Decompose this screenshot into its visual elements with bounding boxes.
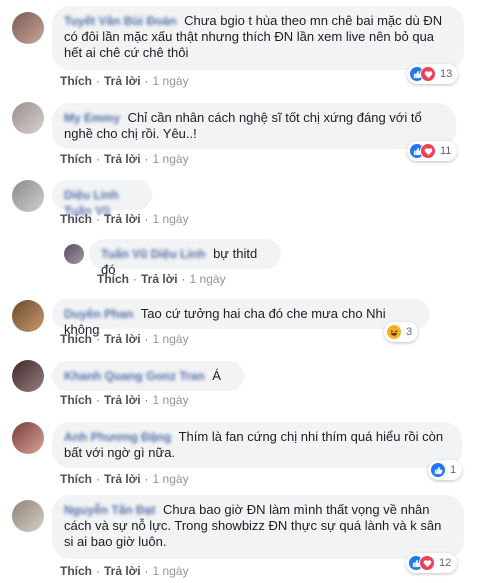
- reply-button[interactable]: Trả lời: [104, 74, 141, 88]
- reaction-summary[interactable]: 11: [407, 141, 458, 161]
- avatar[interactable]: [12, 360, 44, 392]
- like-button[interactable]: Thích: [60, 212, 92, 226]
- reaction-count: 13: [440, 68, 453, 80]
- love-icon: [419, 555, 435, 571]
- comment-author[interactable]: Tuyết Vân Bùi Đoàn: [64, 14, 176, 28]
- comment-actions: Thích · Trả lời · 1 ngày: [60, 74, 189, 88]
- haha-icon: [386, 324, 402, 340]
- comment-actions: Thích · Trả lời · 1 ngày: [60, 564, 189, 578]
- reply-button[interactable]: Trả lời: [104, 472, 141, 486]
- timestamp[interactable]: 1 ngày: [153, 564, 189, 578]
- reaction-summary[interactable]: 1: [428, 460, 463, 480]
- reaction-summary[interactable]: 12: [406, 553, 458, 573]
- reply-button[interactable]: Trả lời: [104, 332, 141, 346]
- comment-actions: Thích · Trả lời · 1 ngày: [60, 332, 189, 346]
- comment-author[interactable]: Anh Phương Đặng: [64, 430, 171, 444]
- comment-actions: Thích · Trả lời · 1 ngày: [60, 152, 189, 166]
- comment-bubble: Diệu Linh Tuấn Vũ: [52, 180, 152, 218]
- comment-author[interactable]: My Emmy: [64, 111, 120, 125]
- avatar[interactable]: [12, 102, 44, 134]
- comment-bubble: Khanh Quang Gonz Tran Á: [52, 361, 244, 391]
- avatar[interactable]: [12, 12, 44, 44]
- comment-author[interactable]: Duyên Phan: [64, 307, 133, 321]
- reaction-summary[interactable]: 13: [407, 64, 459, 84]
- comment-actions: Thích · Trả lời · 1 ngày: [60, 212, 189, 226]
- comment-author[interactable]: Nguyễn Tấn Đạt: [64, 503, 155, 517]
- timestamp[interactable]: 1 ngày: [153, 152, 189, 166]
- comment-actions: Thích · Trả lời · 1 ngày: [60, 393, 189, 407]
- comment-author[interactable]: Tuấn Vũ Diệu Linh: [101, 247, 205, 261]
- comment-bubble: Duyên Phan Tao cứ tưởng hai cha đó che m…: [52, 299, 430, 337]
- avatar[interactable]: [12, 500, 44, 532]
- reaction-count: 12: [439, 557, 452, 569]
- reply-button[interactable]: Trả lời: [104, 152, 141, 166]
- comment-text: Á: [212, 368, 221, 383]
- avatar[interactable]: [64, 244, 84, 264]
- like-button[interactable]: Thích: [60, 564, 92, 578]
- reply-button[interactable]: Trả lời: [104, 212, 141, 226]
- comment-actions: Thích · Trả lời · 1 ngày: [97, 272, 226, 286]
- reply-button[interactable]: Trả lời: [141, 272, 178, 286]
- timestamp[interactable]: 1 ngày: [153, 332, 189, 346]
- like-button[interactable]: Thích: [60, 393, 92, 407]
- avatar[interactable]: [12, 422, 44, 454]
- like-button[interactable]: Thích: [60, 74, 92, 88]
- timestamp[interactable]: 1 ngày: [153, 74, 189, 88]
- like-button[interactable]: Thích: [60, 472, 92, 486]
- reply-button[interactable]: Trả lời: [104, 393, 141, 407]
- avatar[interactable]: [12, 300, 44, 332]
- timestamp[interactable]: 1 ngày: [190, 272, 226, 286]
- timestamp[interactable]: 1 ngày: [153, 472, 189, 486]
- like-icon: [430, 462, 446, 478]
- love-icon: [420, 143, 436, 159]
- reaction-count: 11: [440, 145, 452, 157]
- comment-actions: Thích · Trả lời · 1 ngày: [60, 472, 189, 486]
- comment-bubble: Tuyết Vân Bùi Đoàn Chưa bgio t hùa theo …: [52, 6, 464, 70]
- like-button[interactable]: Thích: [60, 332, 92, 346]
- reaction-summary[interactable]: 3: [384, 322, 419, 342]
- timestamp[interactable]: 1 ngày: [153, 212, 189, 226]
- like-button[interactable]: Thích: [97, 272, 129, 286]
- love-icon: [420, 66, 436, 82]
- timestamp[interactable]: 1 ngày: [153, 393, 189, 407]
- comment-author[interactable]: Khanh Quang Gonz Tran: [64, 369, 205, 383]
- reaction-count: 3: [406, 326, 413, 338]
- comment-bubble: Tuấn Vũ Diệu Linh bự thitd đó: [89, 239, 281, 277]
- reaction-count: 1: [450, 464, 457, 476]
- comment-bubble: Nguyễn Tấn Đạt Chưa bao giờ ĐN làm mình …: [52, 495, 464, 559]
- comment-bubble: Anh Phương Đặng Thím là fan cứng chị nhi…: [52, 422, 462, 468]
- reply-button[interactable]: Trả lời: [104, 564, 141, 578]
- avatar[interactable]: [12, 180, 44, 212]
- comment-bubble: My Emmy Chỉ cần nhân cách nghệ sĩ tốt ch…: [52, 103, 456, 149]
- like-button[interactable]: Thích: [60, 152, 92, 166]
